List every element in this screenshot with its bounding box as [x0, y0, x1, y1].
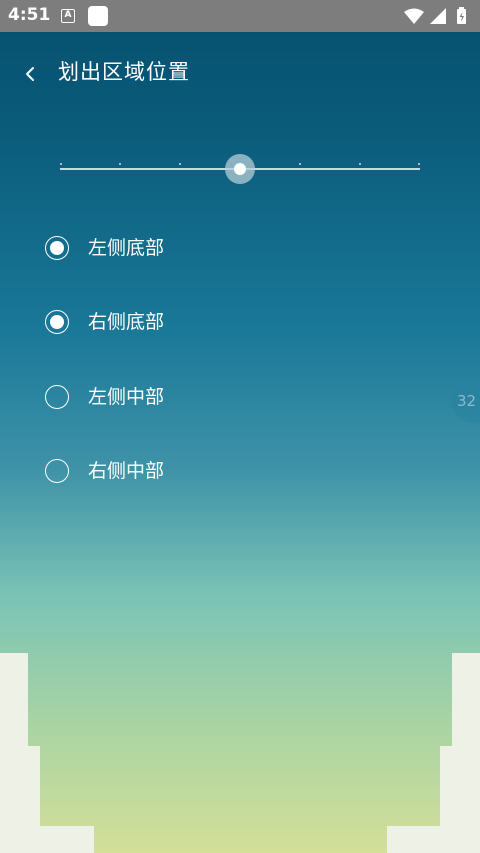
radio-button[interactable]: [45, 385, 69, 409]
slider-tick: [179, 163, 181, 165]
notification-a-icon: A: [61, 9, 75, 23]
slider-tick: [60, 163, 62, 165]
signal-icon: [430, 8, 446, 24]
slider-tick: [299, 163, 301, 165]
back-button[interactable]: [18, 55, 44, 85]
option-right-bottom[interactable]: 右侧底部: [45, 310, 345, 338]
status-bar: 4:51 A: [0, 0, 480, 32]
option-label: 左侧中部: [88, 386, 165, 408]
slider-thumb[interactable]: [234, 163, 246, 175]
option-left-bottom[interactable]: 左侧底部: [45, 236, 345, 264]
slider-tick: [119, 163, 121, 165]
radio-button[interactable]: [45, 459, 69, 483]
position-slider[interactable]: [60, 152, 420, 188]
notification-app-icon: [88, 6, 108, 26]
radio-button-checked[interactable]: [45, 310, 69, 334]
radio-button-checked[interactable]: [45, 236, 69, 260]
decor-block-right: [387, 826, 480, 853]
option-label: 左侧底部: [88, 237, 165, 259]
slider-tick: [359, 163, 361, 165]
app-bar: 划出区域位置: [0, 50, 480, 90]
status-time: 4:51: [8, 5, 51, 25]
wifi-icon: [404, 8, 424, 24]
option-left-middle[interactable]: 左侧中部: [45, 385, 345, 413]
option-label: 右侧底部: [88, 311, 165, 333]
floating-edge-bubble[interactable]: 32: [452, 379, 480, 423]
battery-icon: [457, 7, 466, 24]
page-title: 划出区域位置: [58, 60, 190, 84]
decor-block-left: [0, 826, 94, 853]
option-label: 右侧中部: [88, 460, 165, 482]
status-icons: [404, 7, 470, 29]
option-right-middle[interactable]: 右侧中部: [45, 459, 345, 487]
chevron-left-icon: [26, 67, 34, 81]
slider-tick: [418, 163, 420, 165]
